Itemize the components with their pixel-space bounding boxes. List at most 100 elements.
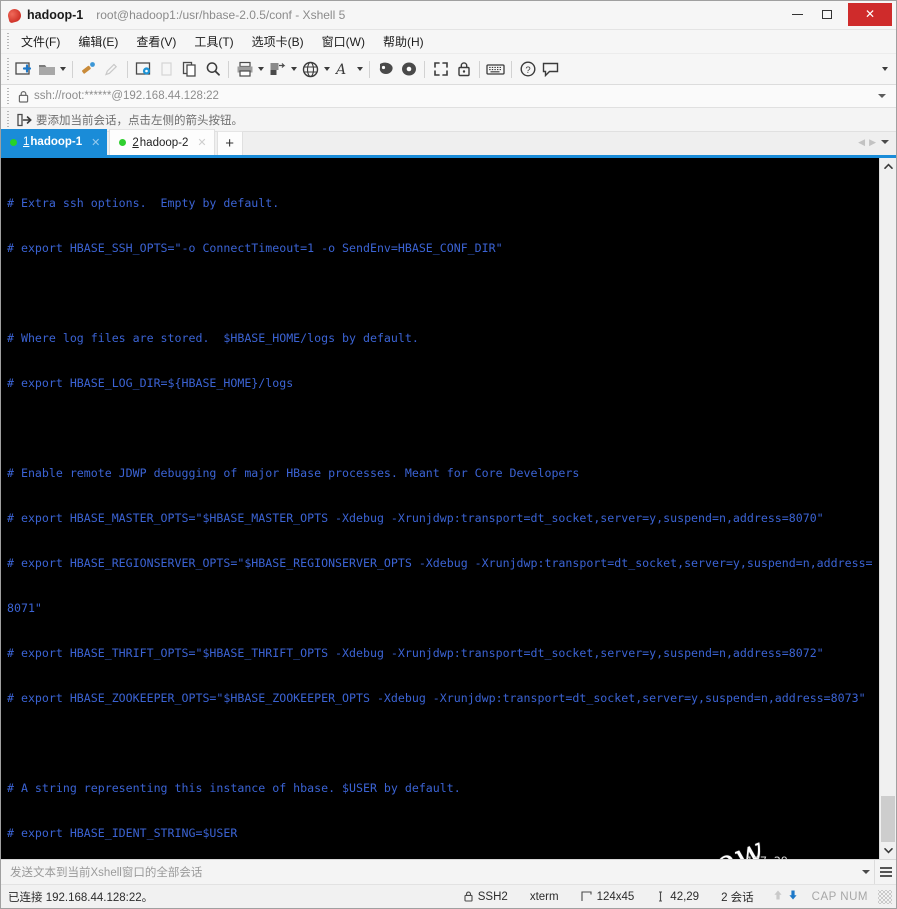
resize-grip-icon[interactable] (878, 889, 892, 904)
find-icon[interactable] (201, 58, 224, 81)
transfer-indicators (765, 889, 806, 904)
tab-hadoop-2[interactable]: 2 hadoop-2 ✕ (109, 129, 215, 155)
new-tab-button[interactable]: + (216, 131, 243, 155)
toolbar-overflow-icon[interactable] (880, 58, 890, 81)
send-options-menu-icon[interactable] (874, 860, 896, 884)
status-cursor-label: 42,29 (670, 890, 700, 903)
address-input[interactable]: ssh://root:******@192.168.44.128:22 (34, 90, 219, 102)
tab-prev-icon[interactable]: ◀ (856, 137, 867, 148)
toolbar: A ? (1, 54, 896, 85)
help-icon[interactable]: ? (516, 58, 539, 81)
session-properties-icon[interactable] (132, 58, 155, 81)
connection-status: 已连接 192.168.44.128:22。 (8, 891, 154, 904)
scroll-down-button[interactable] (880, 842, 896, 859)
terminal-line: # export HBASE_REGIONSERVER_OPTS="$HBASE… (7, 556, 873, 570)
menu-edit[interactable]: 编辑(E) (69, 30, 127, 54)
status-session-count[interactable]: 2 会话 (710, 889, 765, 905)
status-size[interactable]: 124x45 (570, 891, 646, 903)
menu-window[interactable]: 窗口(W) (313, 30, 374, 54)
svg-text:?: ? (525, 65, 530, 76)
tab-number: 2 (132, 136, 139, 149)
font-icon[interactable]: A (332, 58, 355, 81)
tab-status-dot-icon (10, 138, 17, 146)
tab-status-dot-icon (119, 139, 127, 146)
ssh-tunnel-icon[interactable] (397, 58, 420, 81)
terminal-output[interactable]: # Extra ssh options. Empty by default. #… (1, 158, 879, 859)
terminal-line: # Extra ssh options. Empty by default. (7, 196, 280, 210)
menu-view[interactable]: 查看(V) (127, 30, 185, 54)
log-dropdown-icon[interactable] (289, 58, 299, 81)
lock-icon (12, 90, 34, 103)
fullscreen-icon[interactable] (429, 58, 452, 81)
open-folder-icon[interactable] (35, 58, 58, 81)
tab-next-icon[interactable]: ▶ (867, 137, 878, 148)
notice-text: 要添加当前会话，点击左侧的箭头按钮。 (36, 114, 243, 127)
svg-text:A: A (335, 62, 346, 77)
status-protocol-label: SSH2 (477, 890, 508, 903)
vim-cursor-position: 137,29 (746, 854, 788, 859)
status-cursor-position[interactable]: 42,29 (645, 891, 710, 903)
arrow-down-icon (788, 889, 798, 904)
address-bar[interactable]: ssh://root:******@192.168.44.128:22 (1, 85, 896, 108)
addressbar-grip[interactable] (4, 85, 12, 107)
window-controls: ✕ (783, 1, 896, 30)
cursor-position-icon (656, 891, 665, 902)
menu-help[interactable]: 帮助(H) (374, 30, 433, 54)
menu-file[interactable]: 文件(F) (12, 30, 69, 54)
menubar-grip[interactable] (4, 30, 12, 53)
menu-bar: 文件(F) 编辑(E) 查看(V) 工具(T) 选项卡(B) 窗口(W) 帮助(… (1, 30, 896, 54)
resize-arrows-icon (581, 891, 592, 902)
xshell-logo-icon (6, 7, 22, 23)
log-icon[interactable] (266, 58, 289, 81)
browser-dropdown-icon[interactable] (322, 58, 332, 81)
menu-tools[interactable]: 工具(T) (185, 30, 242, 54)
noticebar-grip[interactable] (4, 108, 12, 131)
add-session-arrow-icon[interactable] (12, 113, 36, 127)
xshell-window: hadoop-1 root@hadoop1:/usr/hbase-2.0.5/c… (0, 0, 897, 909)
tab-label: hadoop-2 (139, 136, 189, 149)
arrow-up-icon (773, 889, 783, 904)
tab-list-dropdown-icon[interactable] (878, 140, 892, 144)
menu-tabs[interactable]: 选项卡(B) (243, 30, 313, 54)
scroll-up-button[interactable] (880, 158, 896, 175)
tab-close-icon[interactable]: ✕ (91, 136, 100, 149)
window-title: hadoop-1 (27, 8, 84, 22)
terminal-line: # Where log files are stored. $HBASE_HOM… (7, 331, 419, 345)
toolbar-separator (127, 60, 128, 78)
font-dropdown-icon[interactable] (355, 58, 365, 81)
scrollbar-thumb[interactable] (881, 796, 895, 842)
window-subtitle: root@hadoop1:/usr/hbase-2.0.5/conf - Xsh… (96, 8, 346, 22)
new-session-icon[interactable] (12, 58, 35, 81)
tab-hadoop-1[interactable]: 1 hadoop-1 ✕ (1, 129, 108, 155)
keyboard-icon[interactable] (484, 58, 507, 81)
browser-icon[interactable] (299, 58, 322, 81)
terminal-scrollbar[interactable] (879, 158, 896, 859)
open-folder-dropdown-icon[interactable] (58, 58, 68, 81)
terminal-line: 8071" (7, 601, 42, 615)
send-text-input[interactable]: 发送文本到当前Xshell窗口的全部会话 (1, 864, 858, 880)
scrollbar-track[interactable] (880, 175, 896, 842)
status-bar: 已连接 192.168.44.128:22。 SSH2 xterm 124x45… (1, 884, 896, 908)
minimize-button[interactable] (783, 1, 812, 28)
lock-icon (464, 891, 473, 902)
status-protocol[interactable]: SSH2 (453, 891, 519, 903)
transfer-file-icon[interactable] (77, 58, 100, 81)
sftp-icon[interactable] (374, 58, 397, 81)
chevron-down-icon[interactable] (876, 90, 888, 102)
copy-icon[interactable] (178, 58, 201, 81)
maximize-button[interactable] (812, 1, 841, 28)
tab-navigation: ◀ ▶ (856, 129, 896, 155)
print-dropdown-icon[interactable] (256, 58, 266, 81)
close-button[interactable]: ✕ (848, 2, 892, 26)
status-terminal-type[interactable]: xterm (519, 891, 570, 903)
toolbar-separator (511, 60, 512, 78)
toolbar-separator (369, 60, 370, 78)
print-icon[interactable] (233, 58, 256, 81)
toolbar-grip[interactable] (4, 54, 12, 84)
send-history-dropdown-icon[interactable] (858, 870, 874, 874)
comment-icon[interactable] (539, 58, 562, 81)
tab-close-icon[interactable]: ✕ (197, 136, 206, 149)
tab-number: 1 (23, 136, 30, 148)
lock-icon[interactable] (452, 58, 475, 81)
